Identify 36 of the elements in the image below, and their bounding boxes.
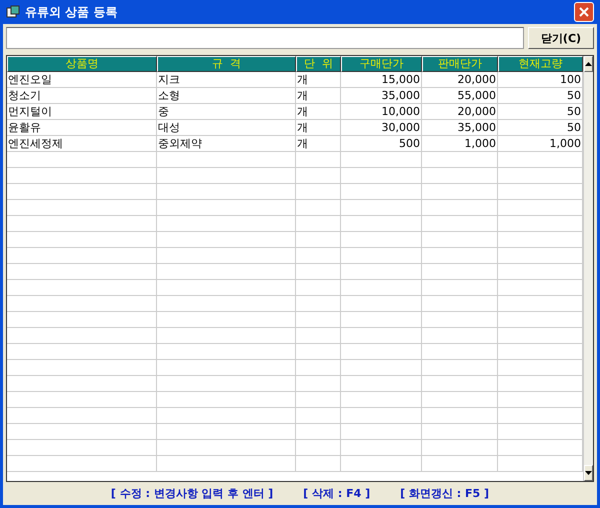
table-cell: 지크: [157, 72, 296, 88]
table-cell: 20,000: [422, 104, 498, 120]
scroll-up-icon[interactable]: [584, 56, 593, 72]
column-header: 규 격: [157, 56, 296, 72]
table-cell: 35,000: [422, 120, 498, 136]
table-cell: 개: [296, 120, 341, 136]
column-header: 판매단가: [422, 56, 498, 72]
column-header: 단 위: [296, 56, 341, 72]
shortcut-hint: [ 수정 : 변경사항 입력 후 엔터 ]: [110, 486, 274, 501]
close-button[interactable]: 닫기(C): [528, 27, 594, 49]
table-cell: 먼지털이: [7, 104, 157, 120]
table-cell: 윤활유: [7, 120, 157, 136]
close-icon[interactable]: [574, 2, 594, 22]
table-cell: 20,000: [422, 72, 498, 88]
table-cell: 개: [296, 72, 341, 88]
table-cell: 엔진오일: [7, 72, 157, 88]
column-header: 상품명: [7, 56, 157, 72]
table-cell: 35,000: [341, 88, 422, 104]
shortcut-hint: [ 삭제 : F4 ]: [303, 486, 370, 501]
table-cell: 15,000: [341, 72, 422, 88]
table-cell: 중: [157, 104, 296, 120]
input-field[interactable]: [6, 27, 524, 49]
column-header: 현재고량: [498, 56, 583, 72]
app-icon: [6, 5, 20, 19]
table-cell: 대성: [157, 120, 296, 136]
shortcut-hint: [ 화면갱신 : F5 ]: [400, 486, 490, 501]
scroll-down-icon[interactable]: [584, 465, 593, 481]
window-title: 유류외 상품 등록: [25, 4, 118, 20]
table-cell: 30,000: [341, 120, 422, 136]
table-cell: 55,000: [422, 88, 498, 104]
table-cell: 소형: [157, 88, 296, 104]
table-cell: 개: [296, 88, 341, 104]
table-cell: 청소기: [7, 88, 157, 104]
table-cell: 10,000: [341, 104, 422, 120]
table-cell: 개: [296, 104, 341, 120]
column-header: 구매단가: [341, 56, 422, 72]
